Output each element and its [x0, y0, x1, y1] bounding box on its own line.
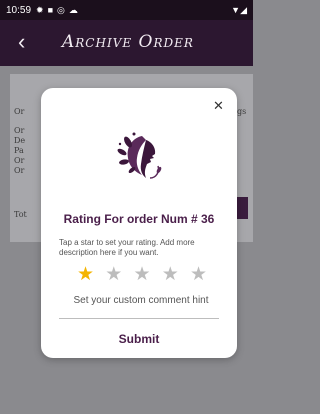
- star-icon[interactable]: ★: [162, 265, 179, 284]
- rating-title: Rating For order Num # 36: [63, 212, 215, 226]
- star-icon[interactable]: ★: [77, 265, 94, 284]
- rating-description: Tap a star to set your rating. Add more …: [59, 238, 195, 257]
- app-bar: ‹ Archive Order: [0, 20, 253, 66]
- comment-input[interactable]: Set your custom comment hint: [61, 295, 221, 306]
- close-icon[interactable]: ✕: [213, 98, 224, 114]
- star-icon[interactable]: ★: [190, 265, 207, 284]
- at-icon: ◎: [57, 4, 65, 15]
- order-label: Or: [14, 107, 25, 116]
- total-label: Tot: [14, 210, 27, 219]
- stop-icon: ■: [47, 5, 54, 15]
- order-line: De: [14, 136, 26, 145]
- submit-button[interactable]: Submit: [41, 332, 237, 346]
- back-arrow-icon[interactable]: ‹: [18, 31, 25, 53]
- order-line: Pa: [14, 146, 24, 155]
- settings-icon: ✹: [36, 4, 44, 15]
- rating-dialog: ✕ Rating For order Num # 36 Tap a star t…: [41, 88, 237, 358]
- star-icon[interactable]: ★: [105, 265, 122, 284]
- status-time: 10:59: [6, 4, 32, 16]
- star-rating: ★ ★ ★ ★ ★: [77, 265, 207, 284]
- star-icon[interactable]: ★: [133, 265, 150, 284]
- signal-icon: ▼◢: [231, 4, 247, 15]
- cloud-icon: ☁: [68, 4, 78, 15]
- order-line: Or: [14, 166, 25, 175]
- status-bar: 10:59 ✹ ■ ◎ ☁ ▼◢: [0, 0, 253, 20]
- order-label-right: gs: [237, 107, 247, 116]
- order-line: Or: [14, 126, 25, 135]
- order-line: Or: [14, 156, 25, 165]
- page-title: Archive Order: [62, 32, 194, 52]
- comment-underline: [59, 318, 219, 319]
- brand-logo: [117, 132, 162, 179]
